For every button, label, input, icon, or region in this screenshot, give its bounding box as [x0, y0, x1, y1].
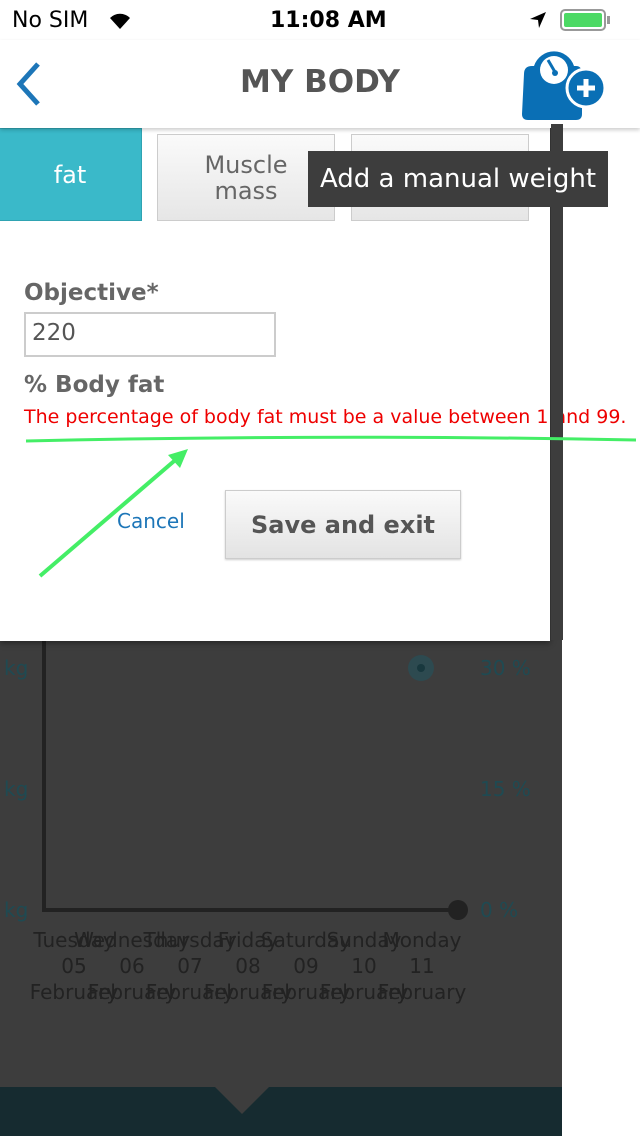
annotation-arrow — [38, 454, 182, 578]
annotation-overlay — [25, 435, 637, 578]
annotation-underline — [25, 435, 637, 443]
